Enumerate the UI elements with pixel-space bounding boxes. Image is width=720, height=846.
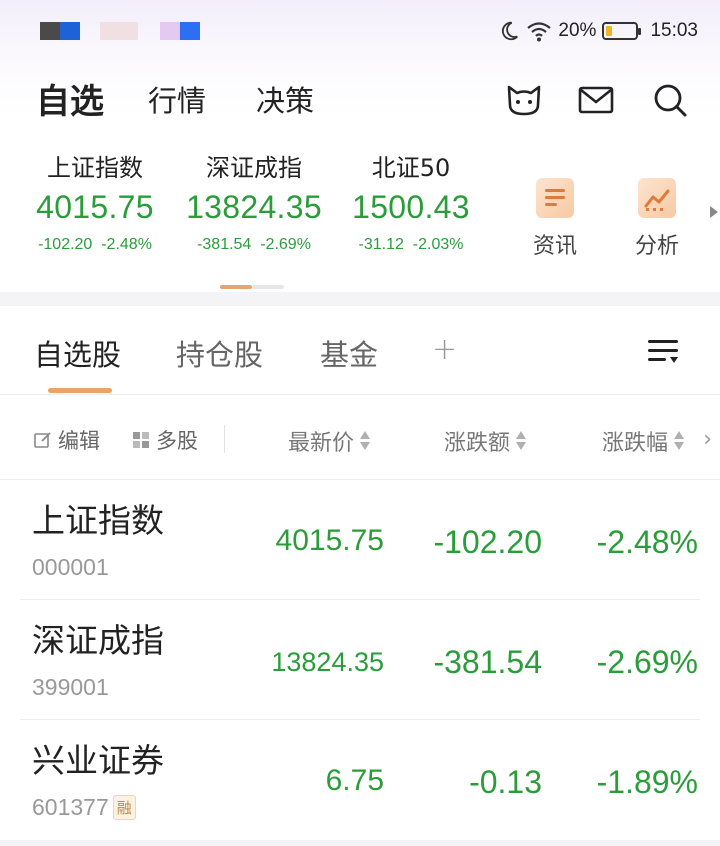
wifi-icon [527,22,552,42]
tab-my-stocks[interactable]: 自选股 [34,332,121,374]
edit-icon [34,432,51,448]
bottom-strip [0,840,720,846]
shortcut-news[interactable]: 资讯 [520,178,590,260]
stock-code: 000001 [32,554,109,580]
index-card-bz[interactable]: 北证50 1500.43 -31.12 -2.03% [340,148,482,254]
margin-badge: 融 [112,795,136,820]
index-price: 1500.43 [352,189,470,225]
index-card-sh[interactable]: 上证指数 4015.75 -102.20 -2.48% [22,148,168,254]
shortcut-analysis[interactable]: 分析 [622,178,692,260]
tab-underline [48,388,112,393]
index-card-sz[interactable]: 深证成指 13824.35 -381.54 -2.69% [184,148,324,254]
multi-label: 多股 [156,429,198,453]
index-name: 北证50 [371,154,451,182]
col-change[interactable]: 涨跌额 [444,425,527,457]
status-bar: 20% 15:03 [0,0,720,62]
column-header: 编辑 多股 最新价 涨跌额 涨跌幅 › [0,394,720,480]
pager-active [220,285,252,289]
moon-icon [502,21,519,41]
index-price: 4015.75 [36,189,154,225]
clock: 15:03 [650,20,698,41]
news-icon [536,178,574,218]
index-pager [220,285,284,289]
stock-name: 深证成指 [32,621,164,660]
battery-text: 20% [558,20,597,41]
stock-code: 399001 [32,674,109,700]
stock-change-pct: -2.48% [596,524,698,560]
table-row[interactable]: 上证指数 000001 4015.75 -102.20 -2.48% [0,480,720,600]
table-row[interactable]: 深证成指 399001 13824.35 -381.54 -2.69% [0,600,720,720]
notification-icon [180,22,200,40]
stock-price: 13824.35 [271,647,384,677]
index-strip: 上证指数 4015.75 -102.20 -2.48% 深证成指 13824.3… [0,148,720,278]
notification-icon [40,22,60,40]
index-change: -381.54 -2.69% [197,236,311,253]
list-tabs: 自选股 持仓股 基金 + [0,306,720,394]
index-name: 深证成指 [206,154,302,182]
tab-watchlist[interactable]: 自选 [36,74,104,123]
multi-stock-button[interactable]: 多股 [132,425,198,455]
stock-change: -381.54 [433,644,542,680]
grid-icon [133,432,149,448]
add-tab-button[interactable]: + [432,332,457,367]
stock-code: 601377 融 [32,794,136,821]
notification-icon [100,22,138,40]
edit-label: 编辑 [58,429,100,453]
chevron-right-icon[interactable]: › [703,427,712,452]
tab-funds[interactable]: 基金 [320,332,378,374]
index-change: -31.12 -2.03% [358,236,464,253]
mail-icon[interactable] [576,80,616,120]
stock-change: -102.20 [433,524,542,560]
tab-holdings[interactable]: 持仓股 [176,332,263,374]
battery-icon [602,22,642,40]
index-change: -102.20 -2.48% [38,236,152,253]
stock-price: 6.75 [325,764,384,797]
battery-fill [606,26,613,36]
status-right: 20% 15:03 [498,20,698,42]
edit-button[interactable]: 编辑 [34,425,100,455]
table-row[interactable]: 兴业证券 601377 融 6.75 -0.13 -1.89% [0,720,720,840]
stock-change-pct: -2.69% [596,644,698,680]
stock-name: 兴业证券 [32,741,164,780]
stock-change: -0.13 [469,764,542,800]
notification-icon [60,22,80,40]
notification-icon [160,22,180,40]
stock-change-pct: -1.89% [596,764,698,800]
search-icon[interactable] [650,80,690,120]
sort-icon [516,430,527,452]
header-divider [224,425,225,453]
sort-menu-icon[interactable] [648,336,680,366]
stock-list: 上证指数 000001 4015.75 -102.20 -2.48% 深证成指 … [0,480,720,840]
sort-icon [360,430,371,452]
watchlist-panel: 自选股 持仓股 基金 + 编辑 多股 最新价 涨跌额 涨跌幅 › 上证指数 00… [0,306,720,846]
index-name: 上证指数 [47,154,143,182]
stock-price: 4015.75 [275,524,384,557]
stock-name: 上证指数 [32,501,164,540]
tab-decision[interactable]: 决策 [256,78,314,120]
cat-icon[interactable] [504,80,544,120]
shortcut-label: 资讯 [532,234,577,259]
col-latest-price[interactable]: 最新价 [288,425,371,457]
tab-market[interactable]: 行情 [148,78,206,120]
analysis-icon [638,178,676,218]
index-price: 13824.35 [186,189,322,225]
shortcut-label: 分析 [634,234,679,259]
col-change-pct[interactable]: 涨跌幅 [602,425,685,457]
pager-inactive [252,285,284,289]
top-nav: 自选 行情 决策 [0,72,720,128]
sort-icon [674,430,685,452]
chevron-right-icon[interactable] [710,206,718,218]
